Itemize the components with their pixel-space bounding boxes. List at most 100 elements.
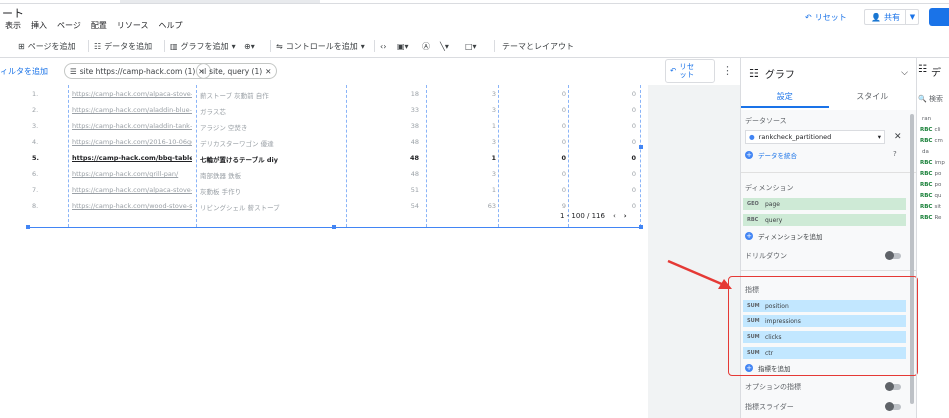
field-item[interactable]: RBC Re — [920, 215, 945, 226]
menu-item[interactable]: 配置 — [91, 20, 107, 31]
chevron-right-icon[interactable]: › — [624, 212, 627, 220]
chevron-down-icon[interactable]: ⌵ — [901, 68, 908, 78]
metric-slider-label: 指標スライダー — [745, 403, 794, 411]
plus-icon: + — [745, 151, 753, 159]
metric-slider-toggle[interactable] — [885, 402, 901, 411]
field-item[interactable]: RBC cm — [920, 138, 945, 149]
person-add-icon: 👤 — [871, 12, 881, 22]
menu-item[interactable]: 挿入 — [31, 20, 47, 31]
community-viz-button[interactable]: ⊕▾ — [244, 36, 255, 56]
data-search-input[interactable]: 🔍 検索 — [918, 94, 943, 104]
add-control-button[interactable]: ⇋ コントロールを追加 ▾ — [276, 36, 365, 56]
chevron-left-icon[interactable]: ‹ — [613, 212, 616, 220]
page-url-cell[interactable]: https://camp-hack.com/aladdin-tank-ts... — [72, 122, 192, 130]
chart-icon: ıl — [202, 66, 207, 76]
add-dimension-button[interactable]: + ディメンションを追加 — [745, 231, 823, 241]
table-cell: 0 — [561, 122, 566, 130]
field-item[interactable]: RBC imp — [920, 160, 945, 171]
page-url-cell[interactable]: https://camp-hack.com/grill-pan/ — [72, 170, 192, 178]
resize-handle[interactable] — [332, 225, 336, 229]
reset-icon: ↶ — [805, 12, 812, 22]
table-row[interactable]: 3. https://camp-hack.com/aladdin-tank-ts.… — [28, 119, 641, 135]
table-cell: 0 — [631, 186, 636, 194]
optional-metrics-toggle[interactable] — [885, 382, 901, 391]
page-url-cell[interactable]: https://camp-hack.com/alpaca-stove-h... — [72, 186, 192, 194]
tab-setup[interactable]: 設定 — [741, 88, 829, 108]
filter-chip-query[interactable]: ıl site, query (1) ✕ — [196, 63, 278, 79]
table-cell: 8. — [32, 202, 39, 210]
menu-item[interactable]: リソース — [117, 20, 149, 31]
drilldown-toggle[interactable] — [885, 251, 901, 260]
field-item[interactable]: ran — [920, 116, 945, 127]
blend-data-button[interactable]: + データを統合 — [745, 150, 797, 160]
table-row[interactable]: 1. https://camp-hack.com/alpaca-stove-h..… — [28, 87, 641, 103]
table-chart-icon: ☷ — [749, 66, 759, 80]
table-row[interactable]: 5. https://camp-hack.com/bbq-table-diy/七輪… — [28, 151, 641, 167]
filter-reset-button[interactable]: ↶ リセ ット — [665, 59, 715, 83]
canvas-margin — [648, 85, 740, 418]
close-icon[interactable]: ✕ — [265, 67, 271, 76]
report-title[interactable]: ート — [2, 5, 24, 21]
add-data-button[interactable]: ☷ データを追加 — [94, 36, 152, 56]
dimension-pill-query[interactable]: RBC query — [743, 214, 906, 226]
table-cell: 3 — [491, 170, 496, 178]
query-cell: 薪ストーブ 灰動前 自作 — [200, 92, 269, 100]
table-row[interactable]: 7. https://camp-hack.com/alpaca-stove-h..… — [28, 183, 641, 199]
field-item[interactable]: da — [920, 149, 945, 160]
table-cell: 0 — [561, 170, 566, 178]
page-url-cell[interactable]: https://camp-hack.com/bbq-table-diy/ — [72, 154, 192, 162]
browser-top-strip — [0, 0, 949, 4]
code-icon: ‹› — [380, 41, 387, 51]
field-item[interactable]: RBC sit — [920, 204, 945, 215]
line-button[interactable]: ╲▾ — [440, 36, 449, 56]
view-button[interactable] — [929, 8, 949, 26]
more-options-icon[interactable]: ⋮ — [722, 64, 733, 77]
field-item[interactable]: RBC qu — [920, 193, 945, 204]
datasource-select[interactable]: ● rankcheck_partitioned ▾ — [745, 130, 885, 144]
table-row[interactable]: 8. https://camp-hack.com/wood-stove-se...… — [28, 199, 641, 215]
table-cell: 48 — [409, 154, 419, 162]
share-dropdown-button[interactable]: ▼ — [905, 9, 919, 25]
page-url-cell[interactable]: https://camp-hack.com/wood-stove-se... — [72, 202, 192, 210]
resize-handle[interactable] — [639, 145, 643, 149]
page-url-cell[interactable]: https://camp-hack.com/alpaca-stove-h... — [72, 90, 192, 98]
filter-chip-site[interactable]: ☰ site https://camp-hack.com (1) ✕ — [64, 63, 211, 79]
table-row[interactable]: 6. https://camp-hack.com/grill-pan/南部鉄器 鉄… — [28, 167, 641, 183]
reset-button[interactable]: ↶ リセット — [805, 9, 847, 25]
data-table[interactable]: 1. https://camp-hack.com/alpaca-stove-h..… — [28, 85, 641, 227]
search-icon: 🔍 — [918, 95, 927, 103]
field-item[interactable]: RBC cli — [920, 127, 945, 138]
add-chart-button[interactable]: ▥ グラフを追加 ▾ — [170, 36, 236, 56]
add-page-icon: ⊞ — [18, 41, 25, 51]
table-row[interactable]: 4. https://camp-hack.com/2016-10-06go... デ… — [28, 135, 641, 151]
text-button[interactable]: Ⓐ — [422, 36, 430, 56]
help-icon[interactable]: ? — [893, 150, 897, 158]
table-cell: 0 — [561, 154, 566, 162]
resize-handle[interactable] — [26, 225, 30, 229]
menu-item[interactable]: ヘルプ — [158, 20, 182, 31]
table-row[interactable]: 2. https://camp-hack.com/aladdin-blue-fl.… — [28, 103, 641, 119]
close-icon[interactable]: ✕ — [894, 132, 902, 142]
field-item[interactable]: RBC po — [920, 171, 945, 182]
caret-down-icon: ▾ — [360, 41, 365, 51]
table-cell: 0 — [631, 202, 636, 210]
table-cell: 0 — [631, 122, 636, 130]
embed-code-button[interactable]: ‹› — [380, 36, 386, 56]
table-cell: 0 — [561, 90, 566, 98]
page-url-cell[interactable]: https://camp-hack.com/2016-10-06go... — [72, 138, 192, 146]
shape-button[interactable]: □▾ — [465, 36, 477, 56]
resize-handle[interactable] — [639, 225, 643, 229]
table-cell: 48 — [410, 170, 419, 178]
table-cell: 1 — [491, 122, 496, 130]
page-url-cell[interactable]: https://camp-hack.com/aladdin-blue-fl... — [72, 106, 192, 114]
table-cell: 0 — [631, 106, 636, 114]
field-item[interactable]: RBC po — [920, 182, 945, 193]
dimension-pill-page[interactable]: GEO page — [743, 198, 906, 210]
add-filter-button[interactable]: ィルタを追加 — [0, 63, 48, 79]
tab-style[interactable]: スタイル — [829, 88, 917, 108]
image-button[interactable]: ▣▾ — [397, 36, 409, 56]
add-page-button[interactable]: ⊞ ページを追加 — [18, 36, 76, 56]
menu-item[interactable]: 表示 — [5, 20, 21, 31]
theme-layout-button[interactable]: テーマとレイアウト — [502, 36, 574, 56]
menu-item[interactable]: ページ — [57, 20, 81, 31]
